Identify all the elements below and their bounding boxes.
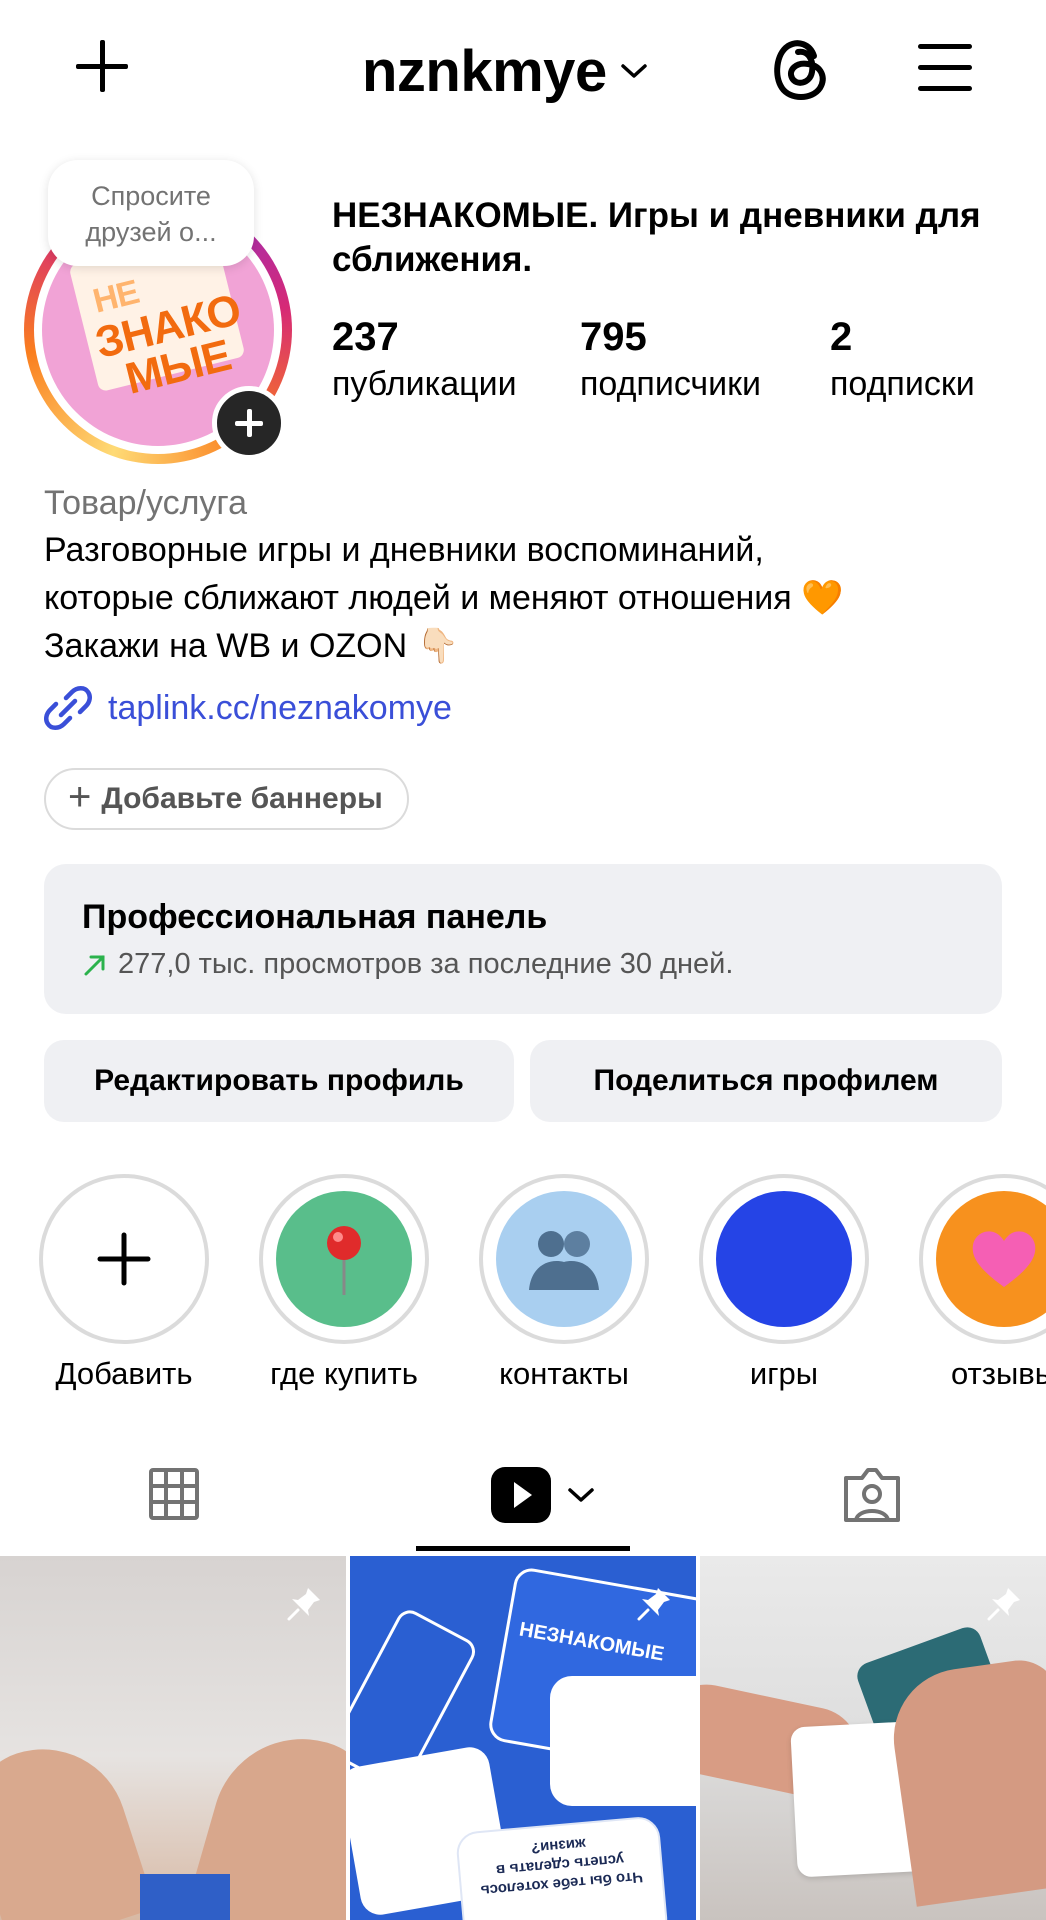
stat-posts[interactable]: 237 публикации	[332, 312, 517, 406]
post-tile[interactable]	[700, 1556, 1046, 1920]
trend-up-icon	[84, 955, 105, 975]
pink-heart-icon	[972, 1231, 1036, 1287]
people-hugging-icon	[529, 1231, 599, 1290]
highlight-games[interactable]: игры	[694, 1174, 874, 1392]
post-tile[interactable]	[0, 1556, 346, 1920]
highlight-add[interactable]: Добавить	[34, 1174, 214, 1392]
reels-icon	[491, 1467, 551, 1523]
chevron-down-icon	[568, 1488, 594, 1502]
plus-icon	[97, 1232, 151, 1286]
chevron-down-icon	[620, 64, 647, 78]
profile-link[interactable]: taplink.cc/neznakomye	[44, 684, 452, 732]
plus-icon: +	[68, 775, 92, 819]
display-name: НЕЗНАКОМЫЕ. Игры и дневники для сближени…	[332, 196, 981, 279]
create-post-button[interactable]	[72, 36, 132, 96]
tagged-icon[interactable]	[842, 1466, 902, 1524]
stat-following[interactable]: 2 подписки	[830, 312, 975, 406]
account-switcher[interactable]: nznkmye	[362, 36, 649, 106]
menu-icon[interactable]	[918, 44, 972, 92]
category-label: Товар/услуга	[44, 484, 247, 522]
pin-icon	[287, 1588, 320, 1621]
highlight-contacts[interactable]: контакты	[474, 1174, 654, 1392]
link-icon	[44, 686, 92, 730]
share-profile-button[interactable]: Поделиться профилем	[530, 1040, 1002, 1122]
username: nznkmye	[362, 38, 607, 104]
pushpin-icon	[327, 1226, 361, 1295]
grid-icon[interactable]	[148, 1466, 200, 1522]
edit-profile-button[interactable]: Редактировать профиль	[44, 1040, 514, 1122]
highlight-reviews[interactable]: отзывы	[914, 1174, 1046, 1392]
post-tile[interactable]: НЕЗНАКОМЫЕ Что бы тебе хотелось успеть с…	[350, 1556, 696, 1920]
pin-icon	[987, 1588, 1020, 1621]
active-tab-indicator	[416, 1546, 630, 1551]
tab-reels[interactable]	[490, 1466, 596, 1524]
professional-dashboard[interactable]: Профессиональная панель 277,0 тыс. просм…	[44, 864, 1002, 1014]
pin-icon	[637, 1588, 670, 1621]
add-story-button[interactable]	[212, 386, 286, 460]
threads-icon[interactable]	[768, 32, 832, 102]
stat-followers[interactable]: 795 подписчики	[580, 312, 761, 406]
highlight-where-to-buy[interactable]: где купить	[254, 1174, 434, 1392]
add-banners-button[interactable]: + Добавьте баннеры	[44, 768, 409, 830]
bio: Разговорные игры и дневники воспоминаний…	[44, 531, 844, 665]
note-bubble[interactable]: Спросите друзей о...	[48, 160, 254, 266]
